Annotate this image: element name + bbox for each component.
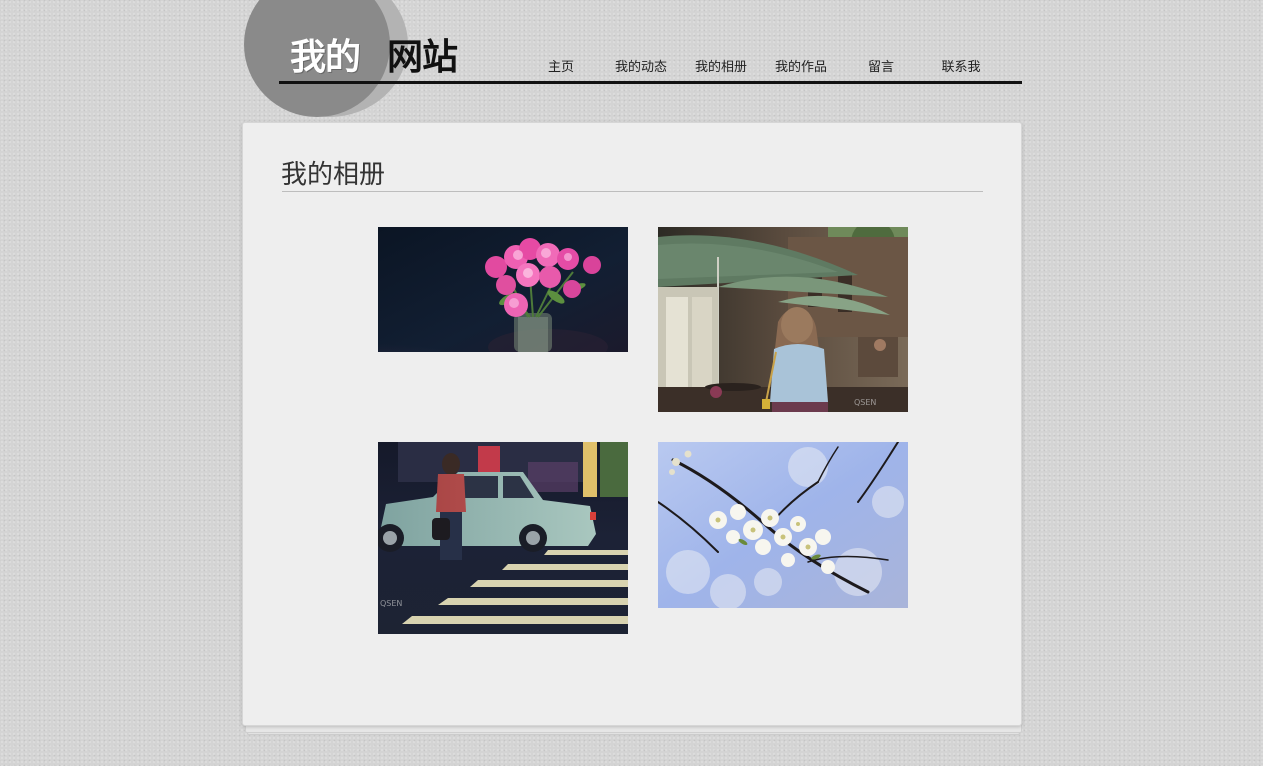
album-photo-cafe[interactable]: QSEN xyxy=(658,227,908,412)
nav-item-guestbook[interactable]: 留言 xyxy=(841,58,921,78)
nav-item-works[interactable]: 我的作品 xyxy=(761,58,841,78)
album-photo-carnations[interactable] xyxy=(378,227,628,352)
nav-item-home[interactable]: 主页 xyxy=(521,58,601,78)
nav-item-album[interactable]: 我的相册 xyxy=(681,58,761,78)
photo-watermark: QSEN xyxy=(854,398,876,407)
nav-item-updates[interactable]: 我的动态 xyxy=(601,58,681,78)
page-title: 我的相册 xyxy=(281,160,386,190)
cafe-image: QSEN xyxy=(658,227,908,412)
album-panel: 我的相册 QSEN QSEN xyxy=(242,122,1022,726)
header-divider xyxy=(279,81,1022,84)
main-nav: 主页 我的动态 我的相册 我的作品 留言 联系我 xyxy=(521,58,1001,78)
crosswalk-image: QSEN xyxy=(378,442,628,634)
logo-text-primary[interactable]: 我的 xyxy=(290,34,361,82)
photo-watermark: QSEN xyxy=(380,599,402,608)
site-header: 我的 网站 主页 我的动态 我的相册 我的作品 留言 联系我 xyxy=(0,0,1263,120)
nav-item-contact[interactable]: 联系我 xyxy=(921,58,1001,78)
album-photo-blossoms[interactable] xyxy=(658,442,908,608)
album-photo-crosswalk[interactable]: QSEN xyxy=(378,442,628,634)
logo-text-secondary[interactable]: 网站 xyxy=(387,34,458,82)
title-divider xyxy=(282,191,983,192)
blossoms-image xyxy=(658,442,908,608)
carnations-image xyxy=(378,227,628,352)
